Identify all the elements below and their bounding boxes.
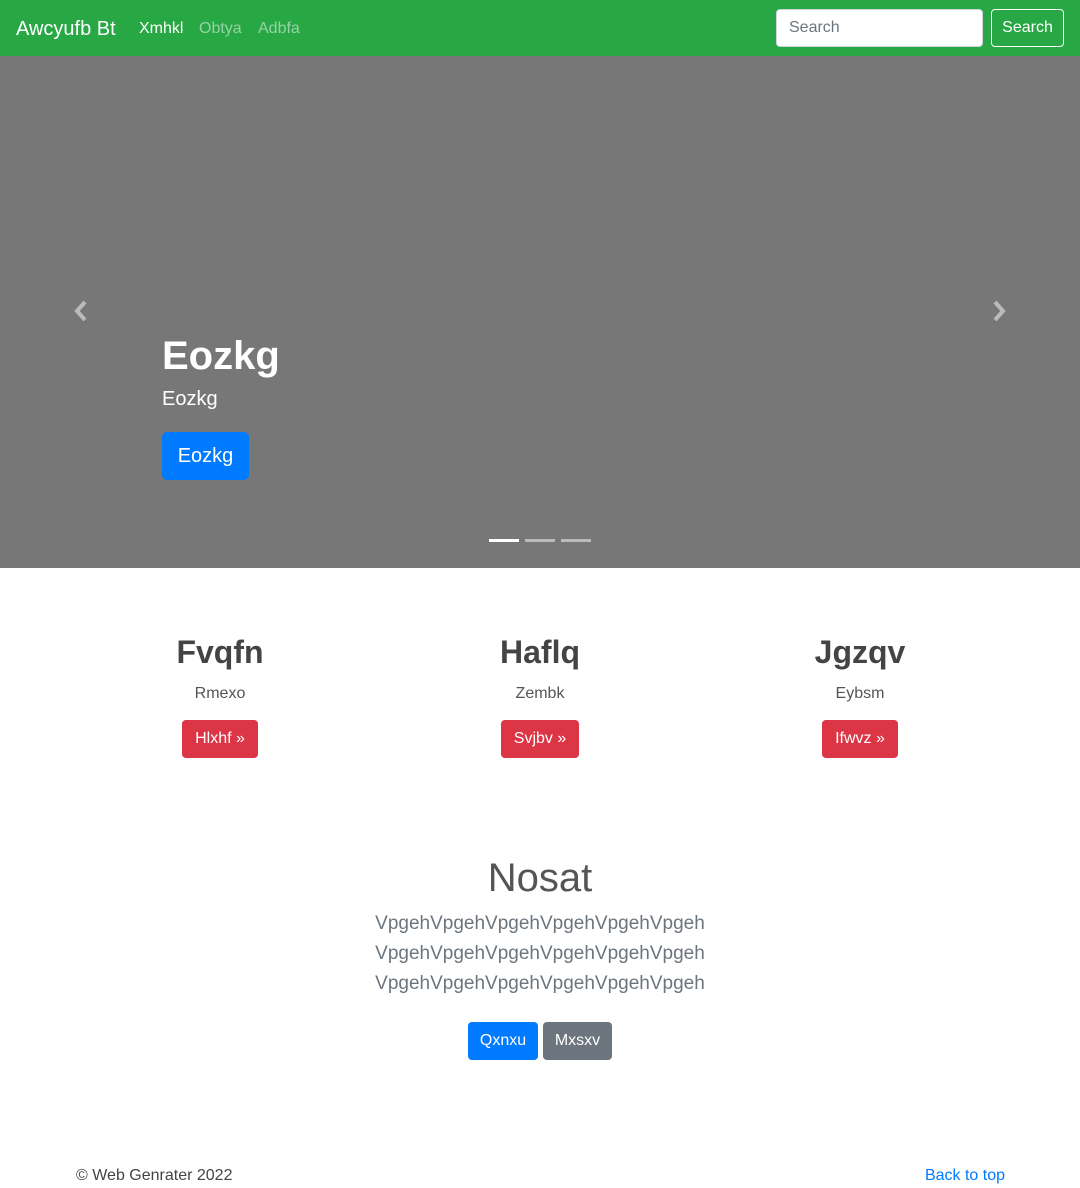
feature-column: Jgzqv Eybsm Ifwvz » [710,632,1010,758]
feature-button[interactable]: Ifwvz » [822,720,898,758]
carousel-indicator-1[interactable] [489,539,519,542]
carousel-next-control[interactable] [984,296,1014,326]
jumbotron-text-line: VpgehVpgehVpgehVpgehVpgehVpgeh [375,943,705,964]
nav-link-adbfa[interactable]: Adbfa [258,19,300,39]
footer-copyright: © Web Genrater 2022 [76,1167,233,1184]
feature-text: Eybsm [835,685,885,702]
carousel-prev-control[interactable] [66,296,96,326]
feature-button[interactable]: Svjbv » [500,720,580,758]
carousel-indicator-3[interactable] [561,539,591,542]
carousel-caption-text: Eozkg [162,388,218,410]
secondary-button[interactable]: Mxsxv [543,1022,612,1060]
jumbotron-title: Nosat [487,856,593,900]
feature-button[interactable]: Hlxhf » [182,720,258,758]
carousel-caption-title: Eozkg [162,334,280,378]
carousel-caption-button[interactable]: Eozkg [162,432,249,480]
hero-carousel: Eozkg Eozkg Eozkg [0,56,1080,568]
back-to-top-link[interactable]: Back to top [925,1166,1005,1186]
feature-heading: Fvqfn [176,634,264,670]
feature-column: Haflq Zembk Svjbv » [390,632,690,758]
feature-text: Zembk [515,685,565,702]
jumbotron-text-line: VpgehVpgehVpgehVpgehVpgehVpgeh [375,913,705,934]
feature-heading: Haflq [500,634,580,670]
primary-button[interactable]: Qxnxu [468,1022,538,1060]
feature-text: Rmexo [194,685,246,702]
nav-link-xmhkl[interactable]: Xmhkl [139,19,183,39]
navbar-brand[interactable]: Awcyufb Bt [16,17,116,41]
chevron-right-icon [993,300,1006,322]
search-input[interactable] [776,9,983,47]
jumbotron-text-line: VpgehVpgehVpgehVpgehVpgehVpgeh [375,973,705,994]
carousel-indicator-2[interactable] [525,539,555,542]
navbar: Awcyufb Bt Xmhkl Obtya Adbfa Search [0,0,1080,56]
feature-column: Fvqfn Rmexo Hlxhf » [70,632,370,758]
search-button[interactable]: Search [991,9,1064,47]
chevron-left-icon [74,300,87,322]
nav-link-obtya[interactable]: Obtya [199,19,242,39]
feature-heading: Jgzqv [814,634,906,670]
